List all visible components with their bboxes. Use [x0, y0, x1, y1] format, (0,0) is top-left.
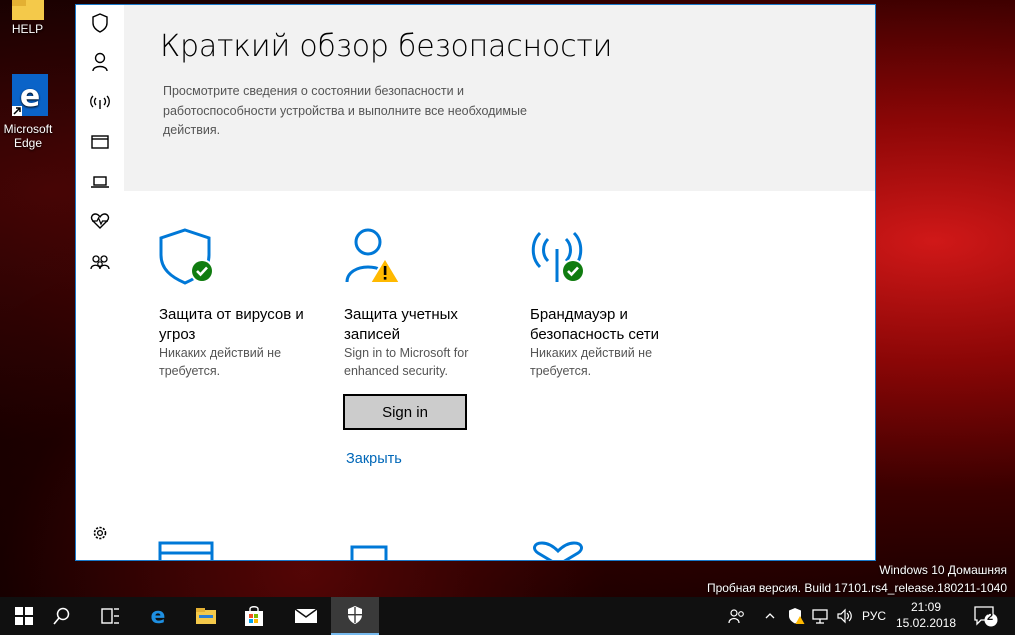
nav-settings-gear-icon[interactable] — [88, 521, 112, 545]
security-overview-header: Краткий обзор безопасности Просмотрите с… — [124, 5, 875, 191]
windows-security-icon — [348, 606, 362, 624]
clock[interactable]: 21:09 15.02.2018 — [895, 599, 957, 631]
close-link[interactable]: Закрыть — [346, 451, 402, 467]
nav-family-icon[interactable] — [88, 251, 112, 275]
nav-person-icon[interactable] — [88, 50, 112, 74]
windows-edition-watermark: Windows 10 Домашняя — [879, 563, 1007, 577]
svg-text:e: e — [20, 79, 40, 114]
nav-home-shield-icon[interactable] — [88, 11, 112, 35]
clock-time: 21:09 — [910, 600, 942, 614]
taskbar: e РУС 21:09 15.02.2018 2 — [0, 597, 1015, 635]
store-button[interactable] — [230, 597, 278, 635]
left-navigation — [76, 5, 124, 560]
nav-heart-icon[interactable] — [88, 209, 112, 233]
shield-warning-icon — [789, 608, 805, 624]
page-description: Просмотрите сведения о состоянии безопас… — [163, 84, 527, 137]
search-button[interactable] — [38, 597, 86, 635]
windows-security-taskbar-button[interactable] — [331, 597, 379, 635]
svg-text:e: e — [151, 605, 166, 627]
device-performance-heart-icon — [533, 541, 583, 560]
folder-icon — [11, 0, 44, 20]
mail-button[interactable] — [282, 597, 330, 635]
edge-icon: e — [151, 605, 166, 627]
card-title: Брандмауэр и безопасность сети — [530, 306, 660, 343]
sign-in-button[interactable]: Sign in — [343, 394, 467, 430]
volume-icon — [837, 608, 852, 624]
show-hidden-icons-button[interactable] — [762, 597, 778, 635]
card-status: Sign in to Microsoft for enhanced securi… — [344, 346, 469, 378]
windows-security-window: Краткий обзор безопасности Просмотрите с… — [75, 4, 876, 561]
chevron-up-icon — [765, 613, 775, 619]
task-view-button[interactable] — [86, 597, 134, 635]
card-status: Никаких действий не требуется. — [159, 346, 282, 378]
people-button[interactable] — [726, 597, 748, 635]
account-protection-icon — [345, 228, 402, 284]
input-language-button[interactable]: РУС — [858, 597, 890, 635]
task-view-icon — [101, 608, 119, 624]
file-explorer-button[interactable] — [182, 597, 230, 635]
security-tray-button[interactable] — [786, 597, 806, 635]
action-center-button[interactable]: 2 — [966, 597, 1006, 635]
action-center-icon — [974, 606, 998, 627]
virus-protection-shield-icon — [159, 228, 214, 285]
card-title: Защита от вирусов и угроз — [159, 306, 304, 343]
network-icon — [812, 609, 828, 624]
file-explorer-icon — [196, 608, 216, 624]
card-title: Защита учетных записей — [344, 306, 458, 343]
page-title: Краткий обзор безопасности — [160, 29, 613, 64]
device-security-icon — [350, 545, 388, 560]
app-browser-control-icon — [158, 541, 214, 560]
nav-laptop-icon[interactable] — [88, 170, 112, 194]
notification-count-badge: 2 — [987, 611, 994, 623]
desktop-icon-label: Microsoft Edge — [3, 122, 53, 150]
desktop-icon-edge[interactable]: e Microsoft Edge — [0, 74, 56, 150]
search-icon — [53, 607, 70, 625]
build-watermark: Пробная версия. Build 17101.rs4_release.… — [706, 581, 1007, 595]
edge-icon: e — [12, 74, 48, 116]
nav-wireless-icon[interactable] — [88, 90, 112, 114]
people-icon — [728, 609, 744, 624]
store-icon — [245, 606, 263, 626]
desktop-icon-help[interactable]: HELP — [0, 0, 55, 36]
card-status: Никаких действий не требуется. — [530, 346, 653, 378]
network-tray-button[interactable] — [810, 597, 830, 635]
firewall-network-icon — [531, 231, 585, 283]
clock-date: 15.02.2018 — [895, 616, 957, 630]
desktop-icon-label: HELP — [11, 22, 44, 36]
mail-icon — [294, 608, 318, 623]
volume-tray-button[interactable] — [834, 597, 856, 635]
nav-app-browser-icon[interactable] — [88, 130, 112, 154]
windows-start-icon — [15, 607, 33, 625]
edge-taskbar-button[interactable]: e — [134, 597, 182, 635]
